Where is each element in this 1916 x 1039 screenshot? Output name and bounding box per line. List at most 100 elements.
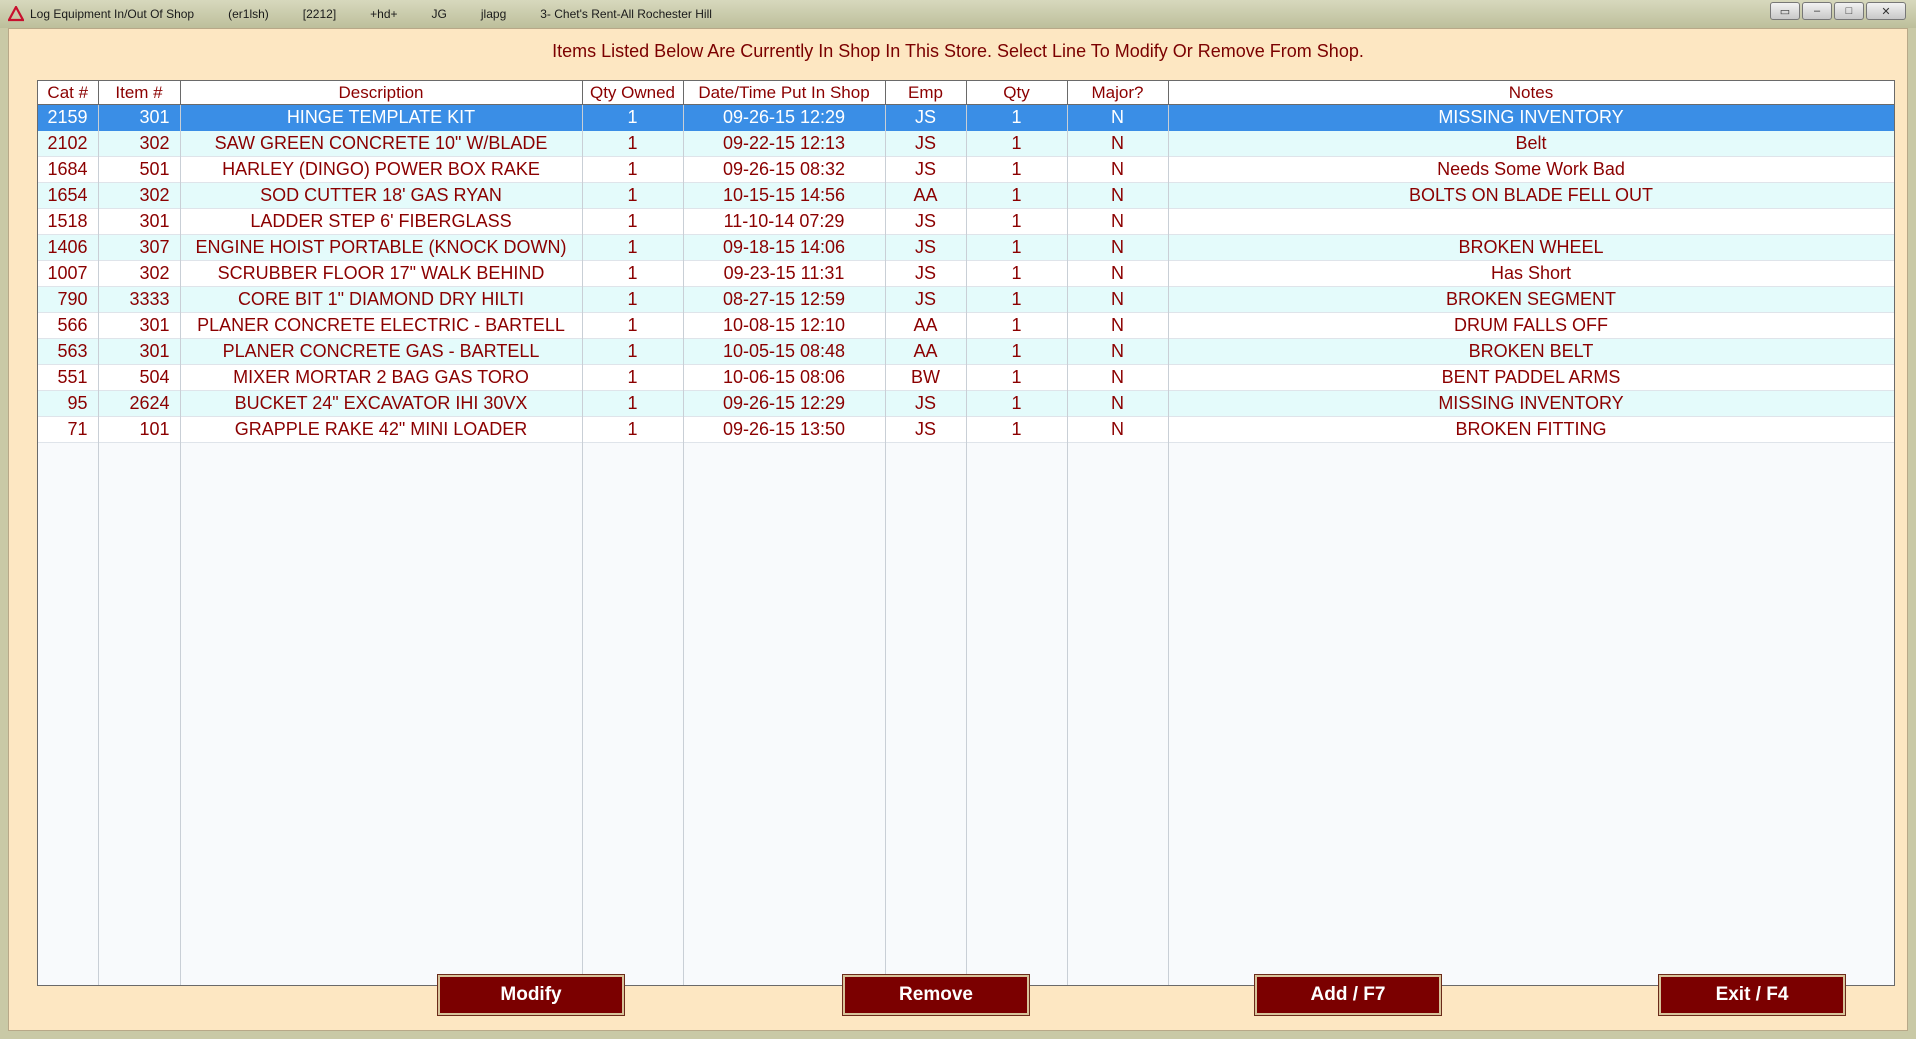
cell-emp: JS [885,286,967,313]
modify-button[interactable]: Modify [437,974,625,1016]
column-divider [98,105,99,985]
cell-description: LADDER STEP 6' FIBERGLASS [180,208,583,235]
column-divider [683,105,684,985]
cell-item: 302 [98,130,181,157]
cell-cat: 71 [38,416,99,443]
cell-qty-owned: 1 [582,416,684,443]
cell-emp: JS [885,156,967,183]
cell-cat: 551 [38,364,99,391]
cell-item: 301 [98,312,181,339]
col-header-notes[interactable]: Notes [1168,81,1894,105]
cell-cat: 563 [38,338,99,365]
col-header-datetime[interactable]: Date/Time Put In Shop [683,81,886,105]
cell-qty: 1 [966,182,1068,209]
col-header-major[interactable]: Major? [1067,81,1169,105]
cell-item: 307 [98,234,181,261]
cell-qty: 1 [966,260,1068,287]
close-icon[interactable]: ✕ [1866,2,1906,20]
cell-qty: 1 [966,286,1068,313]
cell-qty-owned: 1 [582,338,684,365]
title-flag: +hd+ [370,7,398,21]
cell-emp: AA [885,182,967,209]
cell-qty: 1 [966,364,1068,391]
column-divider [966,105,967,985]
cell-qty-owned: 1 [582,182,684,209]
cell-datetime: 10-08-15 12:10 [683,312,886,339]
col-header-item[interactable]: Item # [98,81,181,105]
cell-major: N [1067,312,1169,339]
cell-description: PLANER CONCRETE ELECTRIC - BARTELL [180,312,583,339]
cell-item: 501 [98,156,181,183]
cell-notes: BENT PADDEL ARMS [1168,364,1894,391]
col-header-description[interactable]: Description [180,81,583,105]
cell-description: SCRUBBER FLOOR 17" WALK BEHIND [180,260,583,287]
cell-item: 301 [98,208,181,235]
cell-notes: BROKEN FITTING [1168,416,1894,443]
cell-description: GRAPPLE RAKE 42" MINI LOADER [180,416,583,443]
window-controls: ▭ – □ ✕ [1770,2,1906,20]
cell-datetime: 10-15-15 14:56 [683,182,886,209]
cell-cat: 1684 [38,156,99,183]
restore-window-icon[interactable]: ▭ [1770,2,1800,20]
column-divider [1168,105,1169,985]
app-logo-icon [8,6,24,22]
in-shop-grid[interactable]: Cat # Item # Description Qty Owned Date/… [37,80,1895,986]
cell-cat: 566 [38,312,99,339]
cell-description: ENGINE HOIST PORTABLE (KNOCK DOWN) [180,234,583,261]
cell-qty: 1 [966,234,1068,261]
cell-emp: JS [885,104,967,131]
cell-emp: JS [885,390,967,417]
cell-emp: JS [885,416,967,443]
cell-qty: 1 [966,104,1068,131]
cell-item: 302 [98,260,181,287]
cell-datetime: 09-18-15 14:06 [683,234,886,261]
cell-qty: 1 [966,130,1068,157]
cell-qty-owned: 1 [582,390,684,417]
col-header-emp[interactable]: Emp [885,81,967,105]
cell-datetime: 09-22-15 12:13 [683,130,886,157]
cell-datetime: 09-26-15 12:29 [683,390,886,417]
title-bar[interactable]: Log Equipment In/Out Of Shop (er1lsh) [2… [0,0,1916,28]
cell-notes [1168,208,1894,235]
cell-cat: 2102 [38,130,99,157]
cell-datetime: 10-06-15 08:06 [683,364,886,391]
cell-description: PLANER CONCRETE GAS - BARTELL [180,338,583,365]
add-button[interactable]: Add / F7 [1254,974,1442,1016]
cell-qty-owned: 1 [582,260,684,287]
cell-major: N [1067,390,1169,417]
cell-qty-owned: 1 [582,156,684,183]
cell-item: 2624 [98,390,181,417]
cell-cat: 95 [38,390,99,417]
cell-item: 3333 [98,286,181,313]
cell-qty-owned: 1 [582,364,684,391]
cell-description: HINGE TEMPLATE KIT [180,104,583,131]
cell-notes: DRUM FALLS OFF [1168,312,1894,339]
cell-description: SAW GREEN CONCRETE 10" W/BLADE [180,130,583,157]
cell-qty-owned: 1 [582,104,684,131]
cell-qty: 1 [966,338,1068,365]
cell-qty: 1 [966,312,1068,339]
cell-emp: AA [885,338,967,365]
col-header-cat[interactable]: Cat # [38,81,99,105]
cell-emp: BW [885,364,967,391]
column-divider [1067,105,1068,985]
cell-item: 301 [98,338,181,365]
cell-major: N [1067,234,1169,261]
cell-item: 101 [98,416,181,443]
cell-cat: 1518 [38,208,99,235]
instruction-text: Items Listed Below Are Currently In Shop… [552,41,1364,61]
cell-notes: Belt [1168,130,1894,157]
col-header-qty[interactable]: Qty [966,81,1068,105]
col-header-qty-owned[interactable]: Qty Owned [582,81,684,105]
remove-button[interactable]: Remove [842,974,1030,1016]
cell-major: N [1067,182,1169,209]
cell-major: N [1067,416,1169,443]
title-program-code: (er1lsh) [228,7,269,21]
cell-emp: JS [885,208,967,235]
cell-emp: JS [885,130,967,157]
maximize-icon[interactable]: □ [1834,2,1864,20]
minimize-icon[interactable]: – [1802,2,1832,20]
client-area: Items Listed Below Are Currently In Shop… [8,28,1908,1031]
cell-major: N [1067,130,1169,157]
exit-button[interactable]: Exit / F4 [1658,974,1846,1016]
